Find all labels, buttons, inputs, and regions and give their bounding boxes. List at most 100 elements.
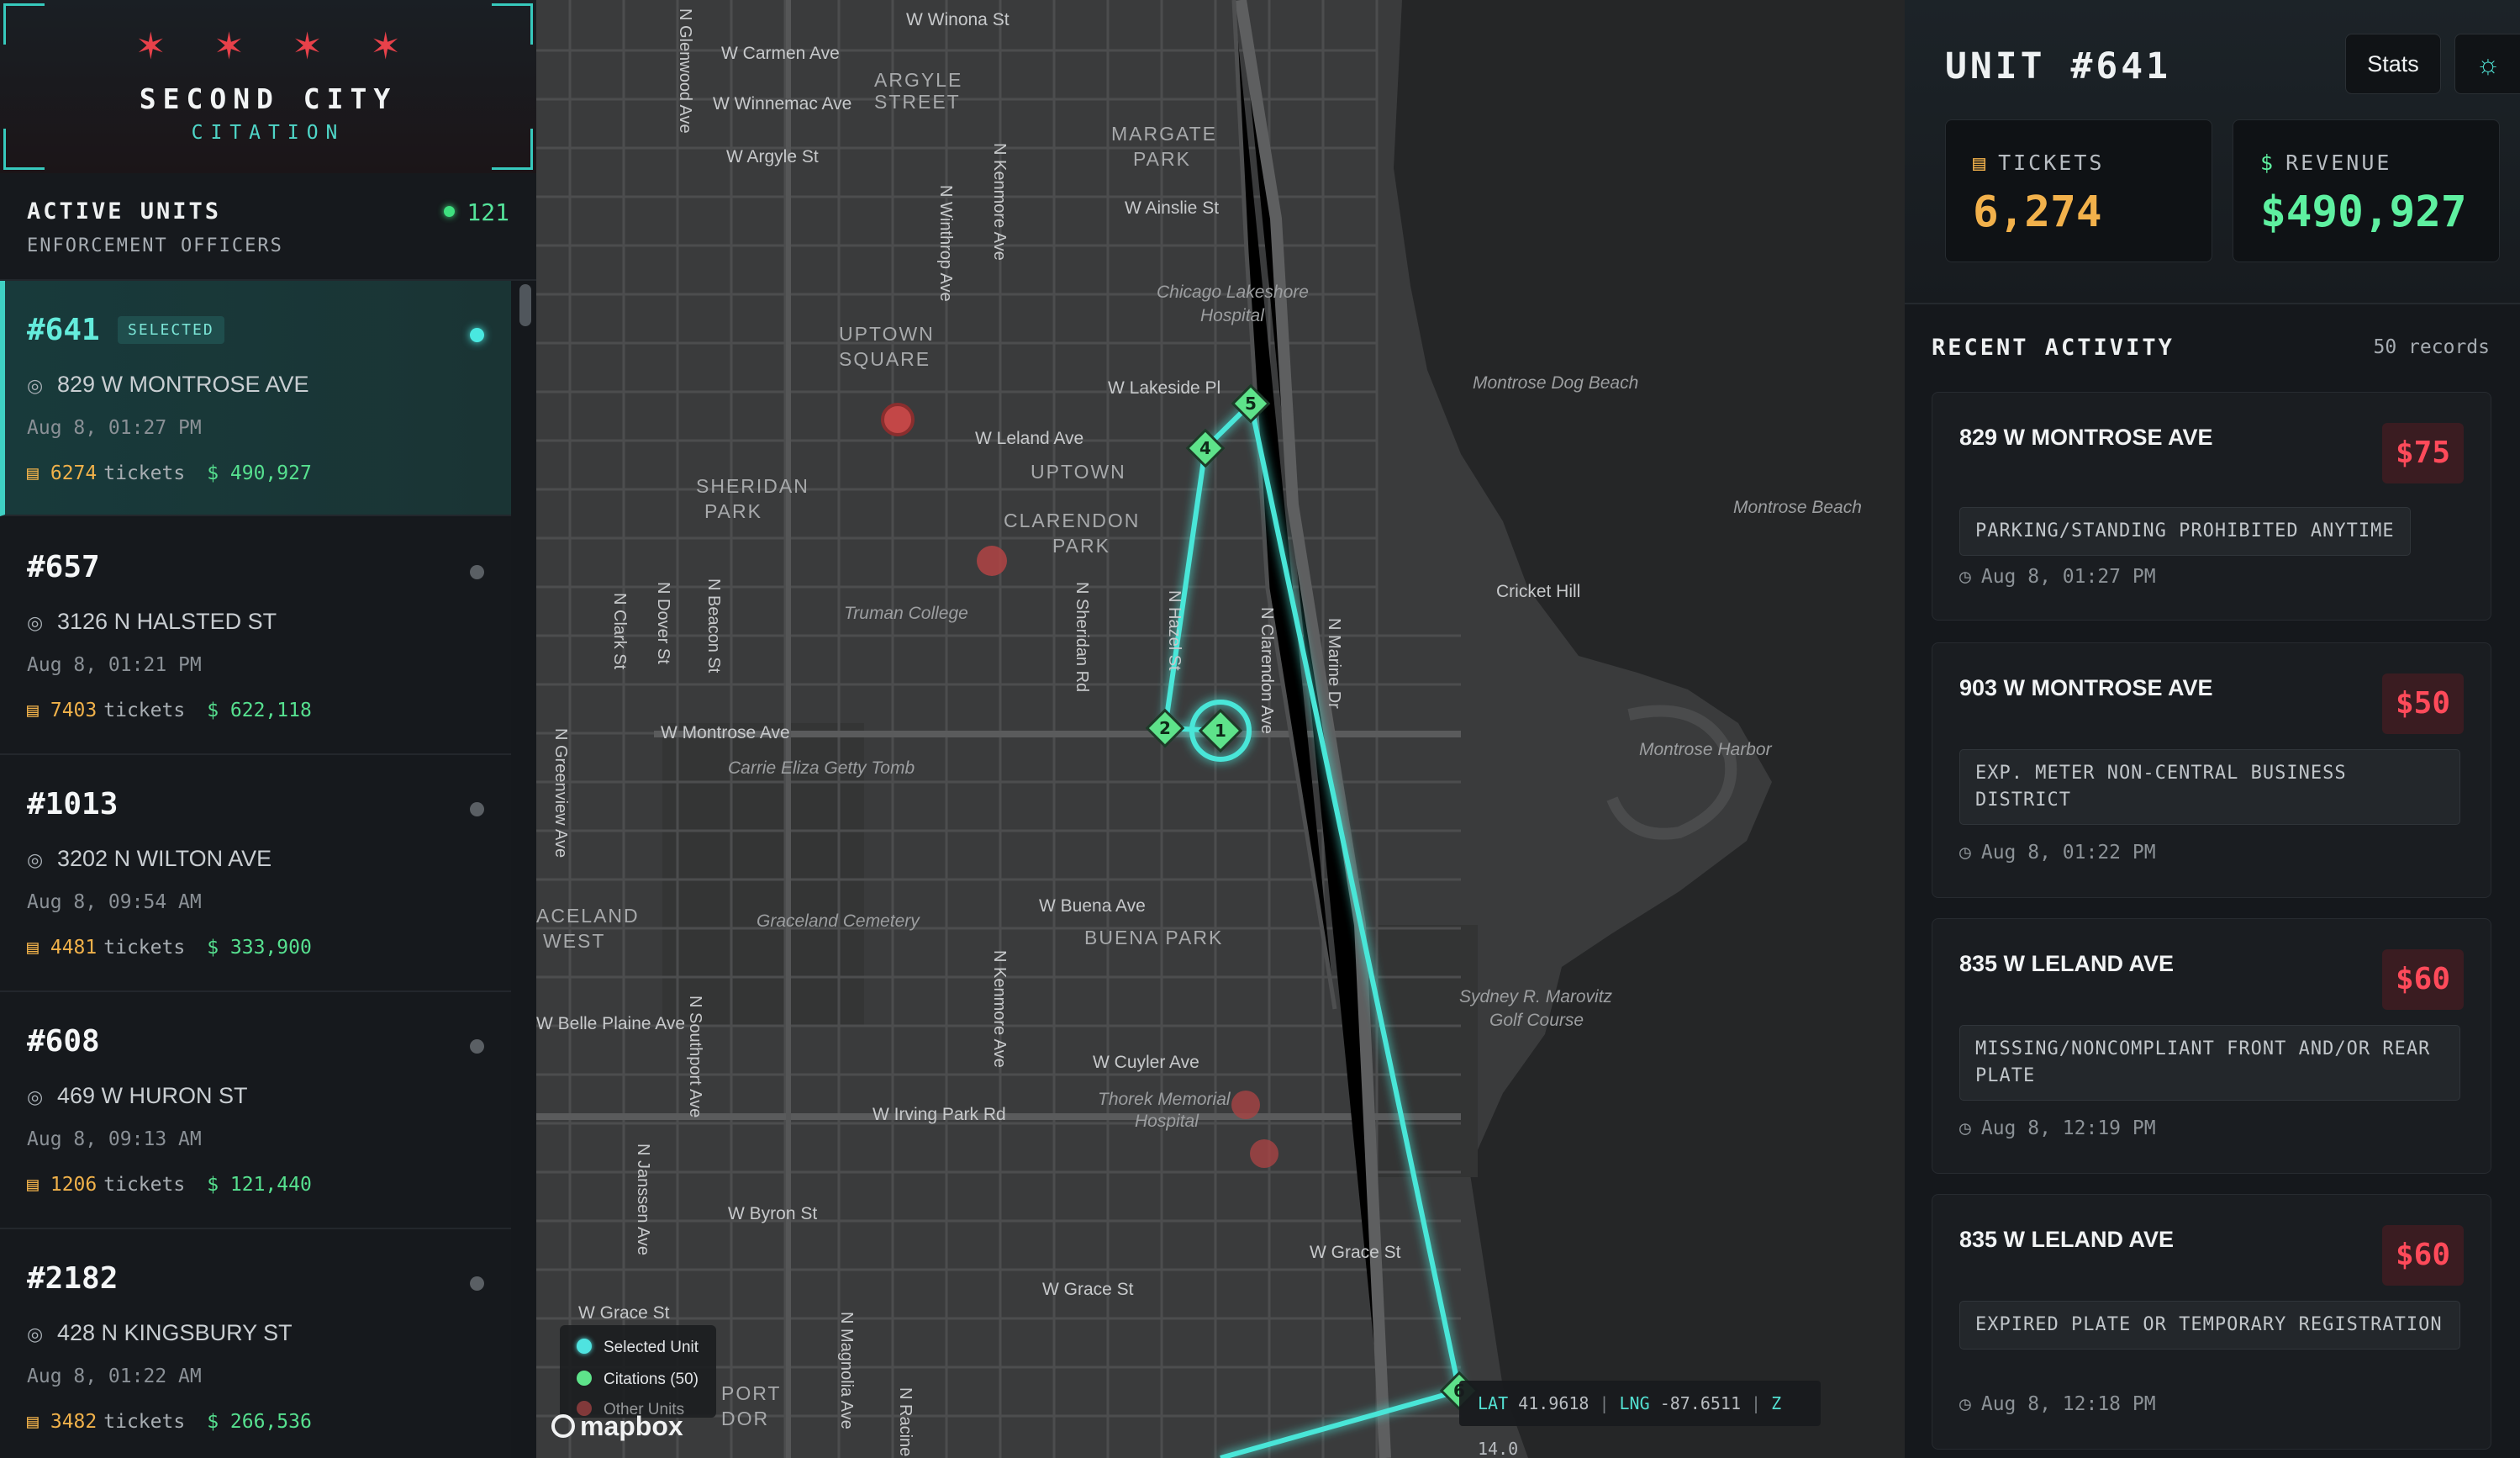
unit-list-item[interactable]: #641 SELECTED ◎ 829 W MONTROSE AVE Aug 8, 01…: [0, 281, 511, 516]
street-label: N Clarendon Ave: [1257, 607, 1276, 734]
mapbox-logo[interactable]: mapbox: [551, 1411, 683, 1442]
poi-label: Sydney R. Marovitz: [1459, 987, 1613, 1006]
unit-address: ◎ 3202 N WILTON AVE: [27, 846, 272, 871]
street-label: N Greenview Ave: [551, 728, 570, 858]
poi-label: Carrie Eliza Getty Tomb: [728, 758, 915, 778]
citation-marker[interactable]: 1: [1198, 708, 1243, 753]
street-label: W Leland Ave: [975, 429, 1084, 448]
location-pin-icon: ◎: [27, 1086, 44, 1107]
activity-card[interactable]: 835 W LELAND AVE $60 MISSING/NONCOMPLIANT …: [1932, 918, 2491, 1174]
street-label: W Belle Plaine Ave: [536, 1014, 686, 1033]
units-subtitle: ENFORCEMENT OFFICERS: [27, 235, 283, 256]
clock-icon: ◷: [1959, 1117, 1971, 1139]
marker-label: 4: [1199, 438, 1211, 458]
unit-address: ◎ 428 N KINGSBURY ST: [27, 1320, 293, 1345]
stats-button[interactable]: Stats: [2345, 34, 2441, 94]
poi-label: Hospital: [1135, 1112, 1199, 1131]
street-label: N Kenmore Ave: [990, 143, 1009, 261]
unit-time: Aug 8, 09:54 AM: [27, 891, 202, 913]
marker-label: 5: [1245, 394, 1257, 414]
unit-id: #657: [27, 550, 100, 584]
street-label: N Magnolia Ave: [837, 1312, 856, 1429]
street-label: N Marine Dr: [1325, 618, 1343, 709]
other-unit-marker[interactable]: [977, 546, 1007, 576]
street-label: W Byron St: [728, 1204, 818, 1223]
other-unit-marker[interactable]: [1231, 1091, 1260, 1119]
document-icon: ▤: [27, 700, 39, 721]
street-label: N Kenmore Ave: [990, 950, 1009, 1068]
harbor-breakwater: [1606, 705, 1737, 840]
street-label: Cricket Hill: [1496, 582, 1581, 601]
street-label: W Winnemac Ave: [713, 94, 852, 114]
citation-amount: $60: [2381, 949, 2464, 1010]
unit-id: #2182: [27, 1261, 119, 1296]
map-view[interactable]: 12456 ARGYLESTREETMARGATEPARKUPTOWNSQUAR…: [536, 0, 1905, 1458]
unit-list-item[interactable]: #1013 ◎ 3202 N WILTON AVE Aug 8, 09:54 AM ▤ 4…: [0, 755, 511, 992]
area-label: UPTOWN: [839, 323, 935, 345]
document-icon: ▤: [1973, 151, 1989, 175]
citation-marker[interactable]: 2: [1145, 708, 1185, 748]
area-label: SQUARE: [839, 348, 931, 370]
poi-label: Truman College: [844, 604, 968, 623]
area-label: ARGYLE: [874, 69, 963, 91]
unit-stats: ▤ 1206 tickets $ 121,440: [27, 1174, 312, 1196]
unit-status-dot: [470, 1276, 484, 1291]
street-label: N Hazel St: [1165, 590, 1184, 671]
poi-label: Montrose Dog Beach: [1473, 373, 1639, 393]
activity-count: 50 records: [2373, 336, 2490, 358]
street-label: N Clark St: [610, 593, 629, 670]
unit-stats: ▤ 6274 tickets $ 490,927: [27, 462, 312, 484]
document-icon: ▤: [27, 937, 39, 959]
unit-list-item[interactable]: #608 ◎ 469 W HURON ST Aug 8, 09:13 AM ▤ 1206 t…: [0, 992, 511, 1229]
poi-label: Montrose Beach: [1733, 498, 1862, 517]
activity-card[interactable]: 903 W MONTROSE AVE $50 EXP. METER NON-CENT…: [1932, 642, 2491, 898]
area-label: PORT: [721, 1382, 782, 1404]
legend-citations: Citations (50): [577, 1370, 699, 1389]
street-label: N Racine: [896, 1387, 915, 1457]
poi-label: Montrose Harbor: [1639, 740, 1772, 759]
unit-id: #608: [27, 1024, 100, 1059]
unit-list-item[interactable]: #657 ◎ 3126 N HALSTED ST Aug 8, 01:21 PM ▤ 74…: [0, 518, 511, 755]
revenue-kpi: $ REVENUE $490,927: [2233, 119, 2500, 262]
activity-card[interactable]: 835 W LELAND AVE $60 EXPIRED PLATE OR TEMP…: [1932, 1194, 2491, 1450]
scrollbar-thumb[interactable]: [519, 284, 531, 326]
street-label: W Irving Park Rd: [873, 1105, 1006, 1124]
street-label: W Lakeside Pl: [1108, 378, 1221, 398]
citation-amount: $60: [2381, 1225, 2464, 1286]
unit-status-dot: [470, 328, 484, 342]
street-label: W Montrose Ave: [661, 723, 790, 742]
units-header: ACTIVE UNITS ENFORCEMENT OFFICERS 121: [0, 173, 536, 281]
legend-selected: Selected Unit: [577, 1338, 699, 1357]
lake-michigan: [1394, 0, 1905, 1458]
location-pin-icon: ◎: [27, 1323, 44, 1344]
area-label: MARGATE: [1111, 123, 1218, 145]
unit-list[interactable]: #641 SELECTED ◎ 829 W MONTROSE AVE Aug 8, 01…: [0, 281, 511, 1458]
unit-list-item[interactable]: #2182 ◎ 428 N KINGSBURY ST Aug 8, 01:22 AM ▤…: [0, 1229, 511, 1458]
area-label: DOR: [721, 1408, 770, 1429]
street-label: W Buena Ave: [1039, 896, 1146, 916]
chicago-stars-icon: ✶ ✶ ✶ ✶: [134, 26, 420, 67]
clock-icon: ◷: [1959, 1393, 1971, 1415]
street-label: N Glenwood Ave: [676, 8, 694, 134]
street-label: N Dover St: [654, 582, 672, 664]
brand-header: ✶ ✶ ✶ ✶ SECOND CITY CITATION: [0, 0, 536, 173]
selected-badge: SELECTED: [118, 316, 224, 344]
sun-icon[interactable]: ☼: [2454, 34, 2520, 94]
citation-amount: $50: [2381, 674, 2464, 734]
citation-time: ◷ Aug 8, 12:18 PM: [1959, 1393, 2156, 1415]
area-label: BUENA PARK: [1084, 927, 1224, 948]
citation-time: ◷ Aug 8, 01:22 PM: [1959, 842, 2156, 864]
unit-stats: ▤ 4481 tickets $ 333,900: [27, 937, 312, 959]
citation-address: 835 W LELAND AVE: [1959, 1227, 2175, 1252]
other-unit-marker[interactable]: [881, 403, 915, 436]
activity-card[interactable]: 829 W MONTROSE AVE $75 PARKING/STANDING PR…: [1932, 392, 2491, 621]
street-label: N Beacon St: [704, 578, 723, 674]
unit-title: UNIT #641: [1945, 45, 2171, 87]
street-label: W Grace St: [1042, 1280, 1134, 1299]
area-label: SHERIDAN: [696, 475, 809, 497]
street-label: W Ainslie St: [1125, 198, 1220, 218]
unit-list-scrollbar[interactable]: [514, 281, 536, 1458]
unit-time: Aug 8, 01:21 PM: [27, 654, 202, 676]
other-unit-marker[interactable]: [1250, 1139, 1278, 1168]
street-label: N Sheridan Rd: [1073, 582, 1091, 693]
